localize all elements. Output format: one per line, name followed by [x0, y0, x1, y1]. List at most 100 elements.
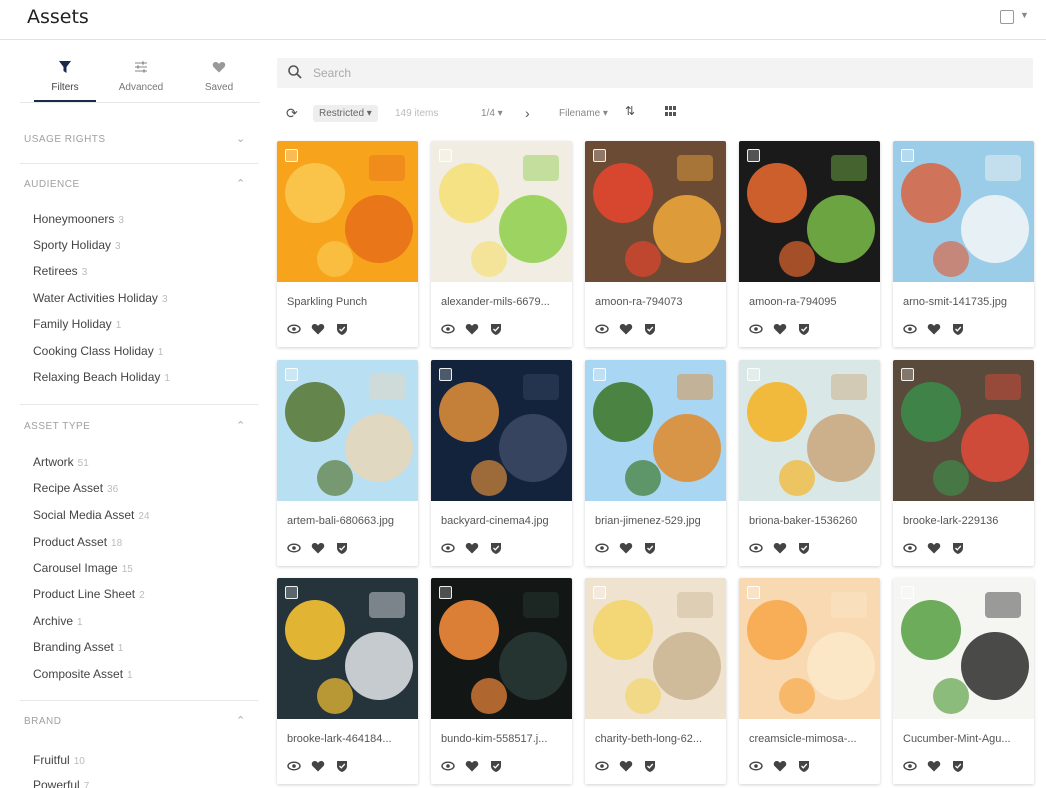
- facet-item[interactable]: Archive 1: [33, 614, 83, 628]
- asset-card[interactable]: brian-jimenez-529.jpg: [585, 360, 726, 566]
- eye-icon[interactable]: [595, 541, 609, 555]
- eye-icon[interactable]: [287, 322, 301, 336]
- heart-icon[interactable]: [619, 322, 633, 336]
- heart-icon[interactable]: [311, 541, 325, 555]
- asset-card[interactable]: brooke-lark-229136: [893, 360, 1034, 566]
- facet-item[interactable]: Family Holiday 1: [33, 317, 121, 331]
- heart-icon[interactable]: [773, 322, 787, 336]
- asset-thumbnail[interactable]: [431, 141, 572, 282]
- heart-icon[interactable]: [311, 759, 325, 773]
- heart-icon[interactable]: [465, 322, 479, 336]
- facet-item[interactable]: Recipe Asset 36: [33, 481, 118, 495]
- badge-icon[interactable]: [643, 322, 657, 336]
- refresh-icon[interactable]: ⟳: [286, 105, 298, 122]
- eye-icon[interactable]: [903, 541, 917, 555]
- facet-item[interactable]: Powerful 7: [33, 778, 89, 788]
- facet-item[interactable]: Sporty Holiday 3: [33, 238, 121, 252]
- asset-thumbnail[interactable]: [277, 141, 418, 282]
- restricted-dropdown[interactable]: Restricted ▾: [313, 105, 378, 122]
- badge-icon[interactable]: [951, 541, 965, 555]
- asset-card[interactable]: briona-baker-1536260: [739, 360, 880, 566]
- asset-select-checkbox[interactable]: [901, 368, 914, 381]
- asset-thumbnail[interactable]: [585, 360, 726, 501]
- chevron-down-icon[interactable]: ⌄: [236, 132, 245, 145]
- eye-icon[interactable]: [441, 541, 455, 555]
- asset-card[interactable]: amoon-ra-794095: [739, 141, 880, 347]
- facet-item[interactable]: Product Line Sheet 2: [33, 587, 145, 601]
- heart-icon[interactable]: [465, 759, 479, 773]
- facet-item[interactable]: Water Activities Holiday 3: [33, 291, 168, 305]
- badge-icon[interactable]: [489, 322, 503, 336]
- heart-icon[interactable]: [773, 541, 787, 555]
- asset-card[interactable]: amoon-ra-794073: [585, 141, 726, 347]
- asset-thumbnail[interactable]: [585, 578, 726, 719]
- badge-icon[interactable]: [951, 759, 965, 773]
- asset-thumbnail[interactable]: [739, 360, 880, 501]
- badge-icon[interactable]: [335, 541, 349, 555]
- tab-advanced[interactable]: Advanced: [110, 58, 172, 102]
- select-all-checkbox[interactable]: [1000, 10, 1014, 24]
- asset-card[interactable]: brooke-lark-464184...: [277, 578, 418, 784]
- facet-item[interactable]: Social Media Asset 24: [33, 508, 150, 522]
- asset-thumbnail[interactable]: [277, 578, 418, 719]
- facet-item[interactable]: Fruitful 10: [33, 753, 85, 767]
- eye-icon[interactable]: [749, 322, 763, 336]
- asset-thumbnail[interactable]: [277, 360, 418, 501]
- eye-icon[interactable]: [287, 759, 301, 773]
- heart-icon[interactable]: [619, 541, 633, 555]
- badge-icon[interactable]: [643, 541, 657, 555]
- facet-item[interactable]: Retirees 3: [33, 264, 87, 278]
- badge-icon[interactable]: [797, 541, 811, 555]
- facet-item[interactable]: Carousel Image 15: [33, 561, 133, 575]
- chevron-right-icon[interactable]: ›: [525, 105, 530, 121]
- asset-select-checkbox[interactable]: [285, 586, 298, 599]
- facet-item[interactable]: Branding Asset 1: [33, 640, 123, 654]
- asset-select-checkbox[interactable]: [285, 368, 298, 381]
- asset-select-checkbox[interactable]: [747, 149, 760, 162]
- asset-select-checkbox[interactable]: [747, 368, 760, 381]
- heart-icon[interactable]: [465, 541, 479, 555]
- eye-icon[interactable]: [595, 322, 609, 336]
- asset-thumbnail[interactable]: [739, 578, 880, 719]
- asset-card[interactable]: arno-smit-141735.jpg: [893, 141, 1034, 347]
- heart-icon[interactable]: [773, 759, 787, 773]
- grid-view-icon[interactable]: [665, 106, 676, 119]
- tab-filters[interactable]: Filters: [34, 58, 96, 102]
- search-bar[interactable]: [277, 58, 1033, 88]
- eye-icon[interactable]: [441, 322, 455, 336]
- asset-card[interactable]: backyard-cinema4.jpg: [431, 360, 572, 566]
- select-menu-caret-icon[interactable]: ▼: [1020, 10, 1029, 20]
- asset-select-checkbox[interactable]: [593, 368, 606, 381]
- page-selector[interactable]: 1/4 ▾: [481, 108, 503, 119]
- facet-item[interactable]: Honeymooners 3: [33, 212, 124, 226]
- asset-thumbnail[interactable]: [893, 360, 1034, 501]
- asset-card[interactable]: alexander-mils-6679...: [431, 141, 572, 347]
- heart-icon[interactable]: [927, 322, 941, 336]
- asset-thumbnail[interactable]: [893, 578, 1034, 719]
- asset-thumbnail[interactable]: [585, 141, 726, 282]
- facet-item[interactable]: Product Asset 18: [33, 535, 122, 549]
- asset-select-checkbox[interactable]: [901, 149, 914, 162]
- heart-icon[interactable]: [927, 759, 941, 773]
- asset-card[interactable]: charity-beth-long-62...: [585, 578, 726, 784]
- eye-icon[interactable]: [749, 541, 763, 555]
- search-input[interactable]: [313, 64, 713, 82]
- eye-icon[interactable]: [903, 759, 917, 773]
- asset-select-checkbox[interactable]: [439, 368, 452, 381]
- asset-select-checkbox[interactable]: [439, 149, 452, 162]
- facet-item[interactable]: Relaxing Beach Holiday 1: [33, 370, 170, 384]
- tab-saved[interactable]: Saved: [188, 58, 250, 102]
- sort-field-dropdown[interactable]: Filename ▾: [559, 108, 608, 119]
- asset-select-checkbox[interactable]: [439, 586, 452, 599]
- asset-card[interactable]: Sparkling Punch: [277, 141, 418, 347]
- asset-select-checkbox[interactable]: [901, 586, 914, 599]
- asset-card[interactable]: creamsicle-mimosa-...: [739, 578, 880, 784]
- asset-card[interactable]: Cucumber-Mint-Agu...: [893, 578, 1034, 784]
- badge-icon[interactable]: [797, 322, 811, 336]
- asset-thumbnail[interactable]: [893, 141, 1034, 282]
- eye-icon[interactable]: [595, 759, 609, 773]
- asset-card[interactable]: artem-bali-680663.jpg: [277, 360, 418, 566]
- asset-select-checkbox[interactable]: [593, 149, 606, 162]
- badge-icon[interactable]: [335, 322, 349, 336]
- badge-icon[interactable]: [489, 541, 503, 555]
